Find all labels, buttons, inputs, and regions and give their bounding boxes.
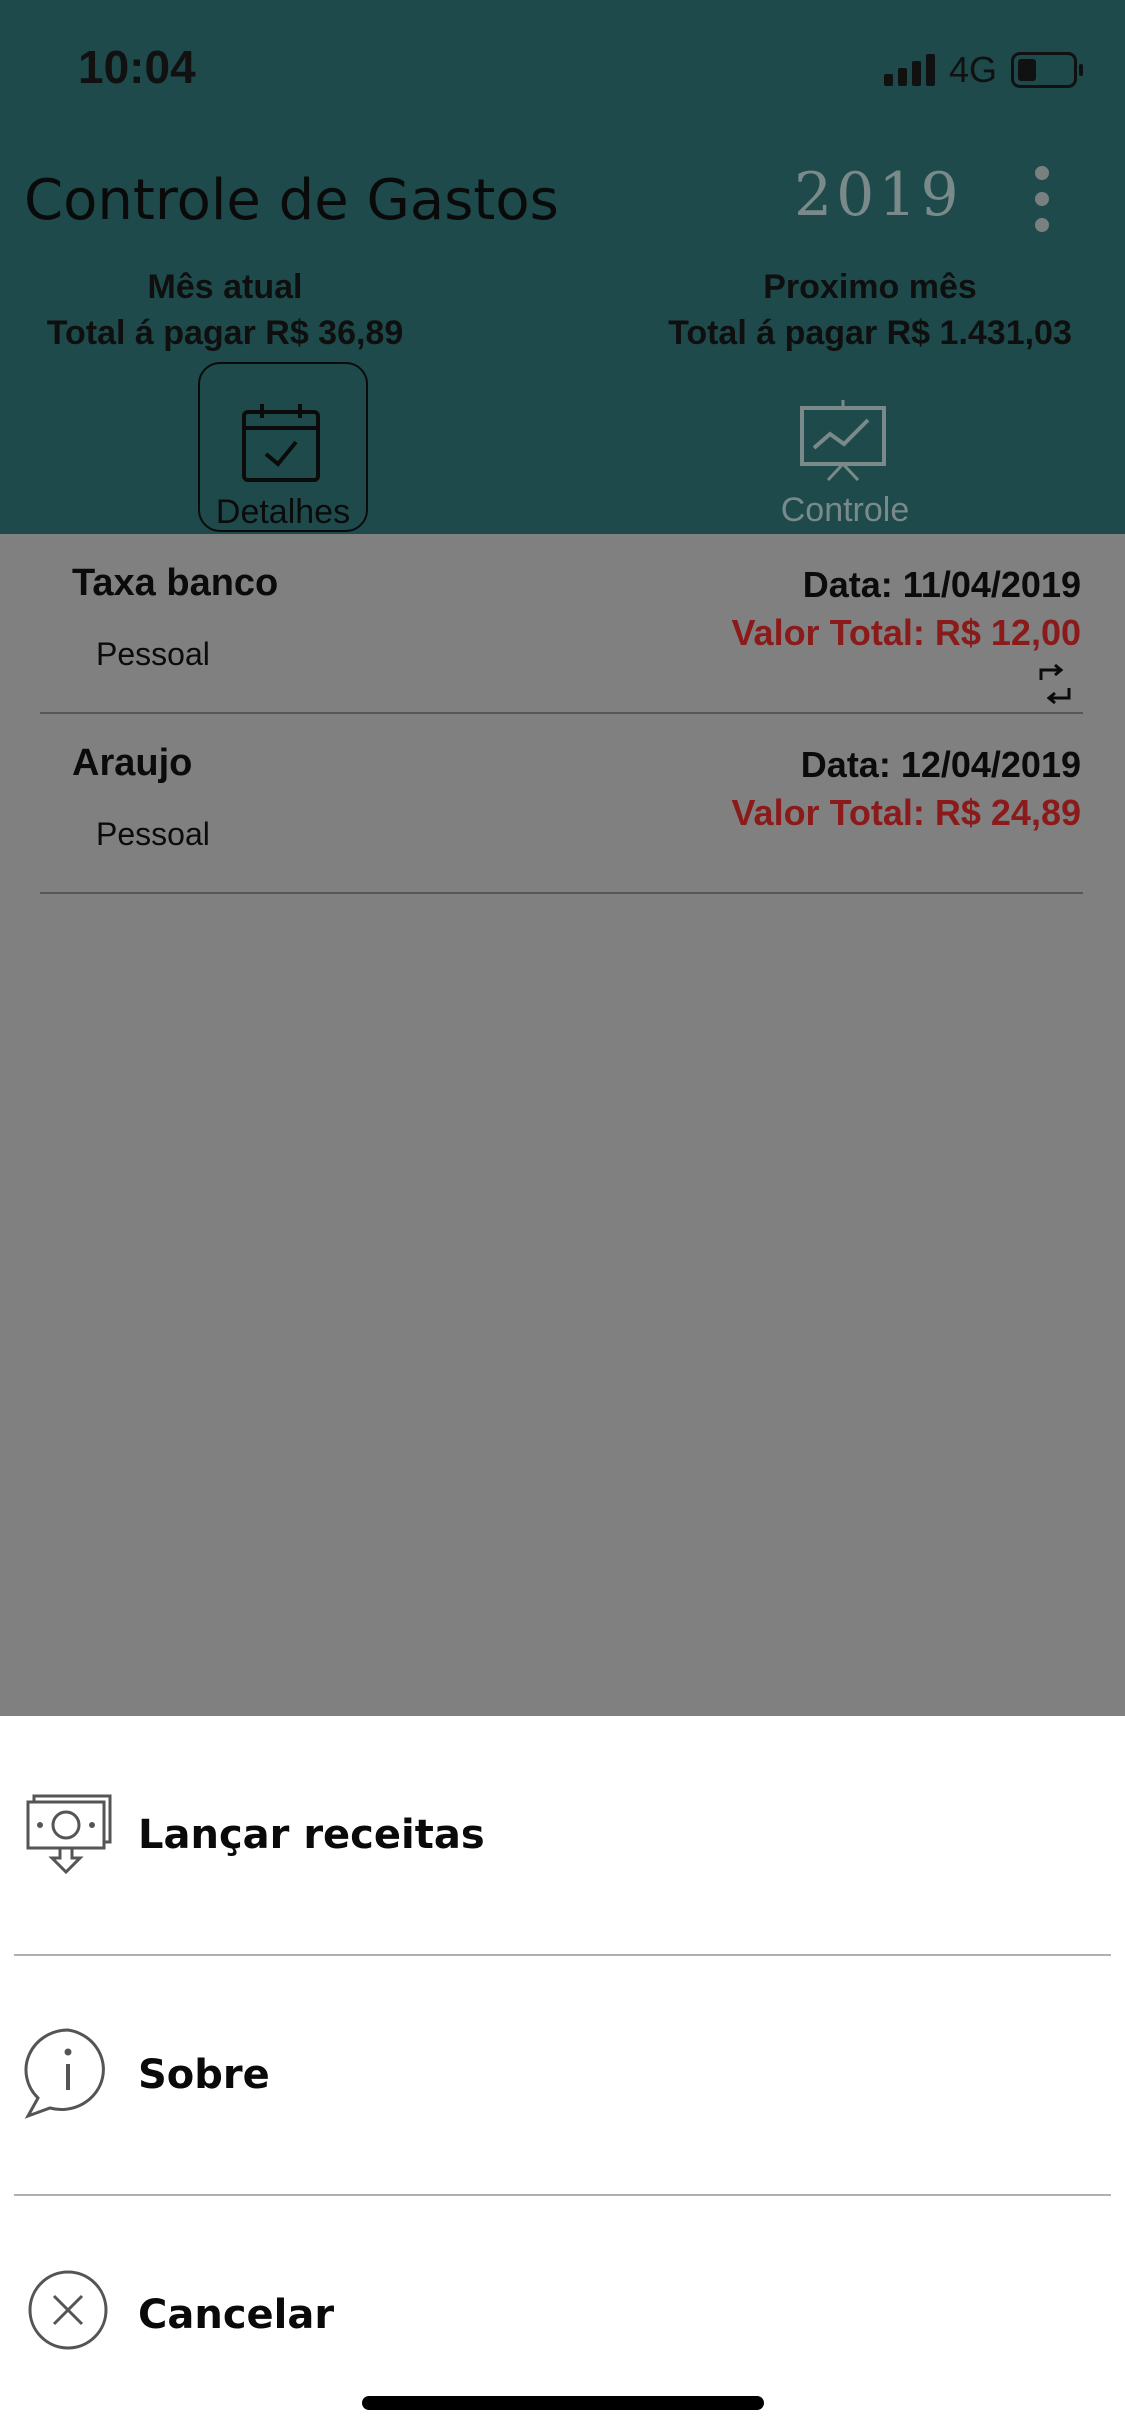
close-circle-icon [28,2270,108,2350]
expense-category: Pessoal [96,636,210,672]
next-month-label: Proximo mês [763,268,977,306]
tab-controle[interactable]: Controle [760,362,930,529]
expense-date: Data: 11/04/2019 [802,564,1081,605]
sheet-item-label: Cancelar [138,2292,335,2338]
expense-date: Data: 12/04/2019 [800,744,1081,785]
next-month-total: Total á pagar R$ 1.431,03 [668,314,1072,352]
sheet-item-sobre[interactable]: Sobre [0,1956,1125,2196]
expense-row[interactable]: Taxa banco Pessoal Data: 11/04/2019 Valo… [40,534,1083,714]
signal-icon [883,54,935,86]
page-title: Controle de Gastos [24,168,559,233]
expense-name: Taxa banco [72,562,279,604]
app-header: 10:04 4G Controle de Gastos 2019 Mês atu… [0,0,1125,534]
sheet-item-label: Sobre [138,2052,270,2098]
current-month-total: Total á pagar R$ 36,89 [46,314,404,352]
presentation-chart-icon [800,400,886,482]
year-selector[interactable]: 2019 [794,160,963,230]
expense-list: Taxa banco Pessoal Data: 11/04/2019 Valo… [0,534,1125,1716]
more-menu-icon[interactable] [1024,166,1060,232]
action-sheet: Lançar receitas Sobre Cancelar [0,1716,1125,2436]
calendar-check-icon [242,404,320,482]
expense-category: Pessoal [96,816,210,852]
screen: 10:04 4G Controle de Gastos 2019 Mês atu… [0,0,1125,2436]
tab-detalhes[interactable]: Detalhes [198,362,368,532]
sheet-item-lancar-receitas[interactable]: Lançar receitas [0,1716,1125,1956]
tab-controle-label: Controle [780,491,910,529]
money-download-icon [26,1794,112,1875]
info-bubble-icon [24,2028,105,2119]
expense-value: Valor Total: R$ 12,00 [731,612,1081,653]
home-indicator[interactable] [362,2396,764,2410]
current-month-label: Mês atual [147,268,303,306]
tab-detalhes-label: Detalhes [215,493,351,531]
network-type: 4G [948,49,997,90]
sheet-item-label: Lançar receitas [138,1812,485,1858]
next-month-summary: Proximo mês Total á pagar R$ 1.431,03 [630,264,1110,356]
status-indicators: 4G [883,49,1083,90]
status-time: 10:04 [78,41,196,93]
battery-icon [1011,52,1083,88]
recurring-icon [1039,664,1071,704]
current-month-summary: Mês atual Total á pagar R$ 36,89 [40,264,410,356]
expense-row[interactable]: Araujo Pessoal Data: 12/04/2019 Valor To… [40,714,1083,894]
expense-value: Valor Total: R$ 24,89 [731,792,1081,833]
expense-name: Araujo [72,742,193,784]
